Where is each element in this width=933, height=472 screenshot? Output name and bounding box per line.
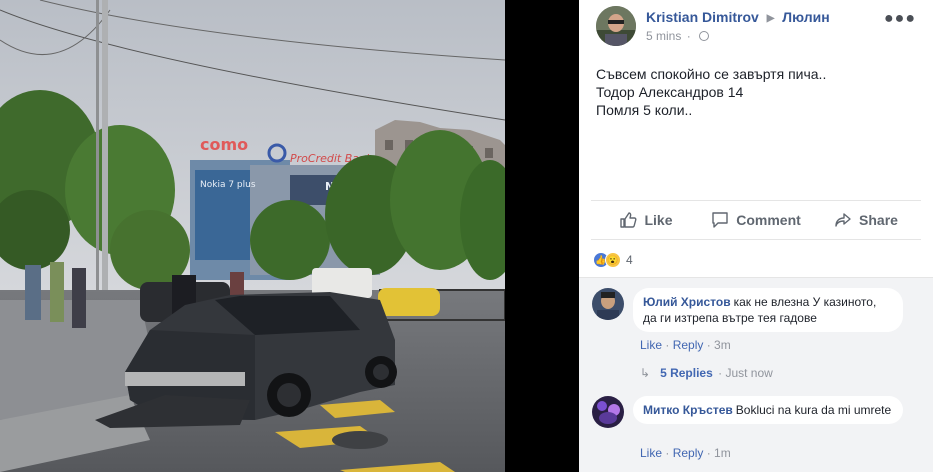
comment-label: Comment: [736, 212, 801, 228]
nokia-ad-sign: Nokia 7 plus: [200, 180, 256, 190]
commenter-avatar[interactable]: [592, 396, 624, 428]
wow-reaction-icon: 😮: [605, 252, 621, 268]
post-text: Съвсем спокойно се завъртя пича.. Тодор …: [596, 65, 826, 119]
commenter-name[interactable]: Митко Кръстев: [643, 403, 733, 417]
comment-bubble: Митко Кръстев Bokluci na kura da mi umret…: [633, 396, 903, 424]
replies-time: Just now: [725, 366, 773, 380]
location-link[interactable]: Люлин: [782, 9, 829, 25]
post-text-line: Помля 5 коли..: [596, 102, 693, 118]
post-text-line: Съвсем спокойно се завъртя пича..: [596, 66, 827, 82]
post-photo[interactable]: como ProCredit Bank Nokia 7 plus NOKIA: [0, 0, 579, 472]
post-text-line: Тодор Александров 14: [596, 84, 744, 100]
comments-section: Юлий Христов как не влезна У казиното, да…: [579, 277, 933, 472]
como-sign: como: [200, 135, 248, 154]
comment-actions: Like · Reply · 3m: [640, 338, 731, 352]
comment-actions: Like · Reply · 1m: [640, 446, 731, 460]
comment-like-link[interactable]: Like: [640, 338, 662, 352]
comment-like-link[interactable]: Like: [640, 446, 662, 460]
author-avatar[interactable]: [596, 6, 636, 46]
post-header: Kristian Dimitrov ▶ Люлин 5 mins · ●●●: [596, 6, 926, 46]
share-label: Share: [859, 212, 898, 228]
caret-right-icon: ▶: [766, 13, 775, 24]
thumbs-up-icon: [620, 212, 637, 228]
like-button[interactable]: Like: [591, 201, 701, 239]
globe-icon[interactable]: [699, 31, 710, 41]
reactions-summary[interactable]: 👍 😮 4: [593, 251, 633, 269]
author-name[interactable]: Kristian Dimitrov: [646, 9, 759, 25]
comment-time[interactable]: 1m: [714, 446, 731, 460]
post-meta: 5 mins ·: [646, 29, 710, 43]
replies-link[interactable]: 5 Replies: [660, 366, 713, 380]
comment-text: Bokluci na kura da mi umrete: [735, 403, 892, 417]
share-button[interactable]: Share: [811, 201, 921, 239]
comment-icon: [712, 212, 728, 228]
post-panel: Kristian Dimitrov ▶ Люлин 5 mins · ●●● С…: [579, 0, 933, 472]
comment-reply-link[interactable]: Reply: [673, 338, 704, 352]
reaction-count: 4: [626, 253, 633, 267]
commenter-avatar[interactable]: [592, 288, 624, 320]
post-time[interactable]: 5 mins: [646, 29, 681, 43]
commenter-name[interactable]: Юлий Христов: [643, 295, 731, 309]
share-icon: [835, 213, 851, 227]
reply-arrow-icon: ↳: [640, 366, 651, 380]
post-actions: Like Comment Share: [591, 200, 921, 240]
comment-button[interactable]: Comment: [701, 201, 811, 239]
view-replies[interactable]: ↳ 5 Replies · Just now: [640, 366, 773, 380]
like-label: Like: [644, 212, 673, 228]
ellipsis-icon[interactable]: ●●●: [884, 10, 916, 28]
comment-time[interactable]: 3m: [714, 338, 731, 352]
comment-reply-link[interactable]: Reply: [673, 446, 704, 460]
street-scene-image: como ProCredit Bank Nokia 7 plus NOKIA: [0, 0, 579, 472]
author-line: Kristian Dimitrov ▶ Люлин: [646, 9, 830, 25]
comment-bubble: Юлий Христов как не влезна У казиното, да…: [633, 288, 903, 332]
